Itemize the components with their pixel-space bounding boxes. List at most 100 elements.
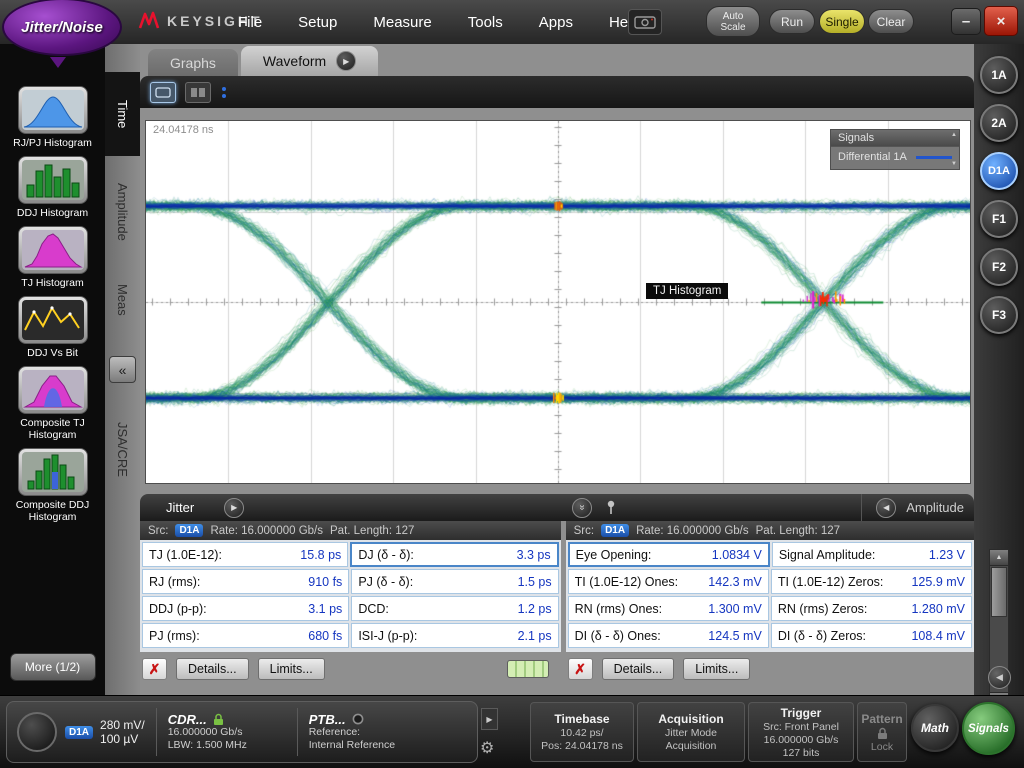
collapse-results-button[interactable]: » <box>572 498 592 518</box>
scrollbar-thumb[interactable] <box>991 567 1007 617</box>
app-badge[interactable]: Jitter/Noise <box>2 0 122 56</box>
menu-setup[interactable]: Setup <box>298 14 337 31</box>
clear-button[interactable]: Clear <box>868 9 914 34</box>
measurement-cell[interactable]: RN (rms) Ones:1.300 mV <box>568 596 769 621</box>
menu-measure[interactable]: Measure <box>373 14 431 31</box>
close-button[interactable]: × <box>984 6 1018 36</box>
jitter-details-button[interactable]: Details... <box>176 658 249 680</box>
timebase-panel[interactable]: Timebase 10.42 ps/ Pos: 24.04178 ns <box>530 702 634 762</box>
channel-knob[interactable] <box>17 712 57 752</box>
measurement-cell[interactable]: TI (1.0E-12) Zeros:125.9 mV <box>771 569 972 594</box>
sidebar-item-composite-tj-histogram[interactable]: Composite TJ Histogram <box>4 366 102 441</box>
amplitude-details-button[interactable]: Details... <box>602 658 675 680</box>
tab-graphs[interactable]: Graphs <box>148 49 238 76</box>
signals-button[interactable]: Signals <box>962 702 1015 755</box>
divider <box>297 708 298 756</box>
tab-menu-icon[interactable]: ▶ <box>336 51 356 71</box>
sidebar-item-composite-ddj-histogram[interactable]: Composite DDJ Histogram <box>4 448 102 523</box>
collapse-results-panel-button[interactable]: ◀ <box>988 666 1011 689</box>
channel-button-bar: 1A 2A D1A F1 F2 F3 ▲ ▼ ◀ <box>974 44 1024 695</box>
pin-icon[interactable] <box>606 500 616 515</box>
measurement-cell[interactable]: Signal Amplitude:1.23 V <box>772 542 972 567</box>
cdr-status-panel[interactable]: CDR... 16.000000 Gb/s LBW: 1.500 MHz <box>168 713 286 752</box>
table-row: PJ (rms):680 fs ISI-J (p-p):2.1 ps <box>142 623 559 648</box>
sidebar-item-ddj-histogram[interactable]: DDJ Histogram <box>4 156 102 219</box>
eye-view-button[interactable] <box>150 82 176 103</box>
measurement-cell-selected[interactable]: Eye Opening:1.0834 V <box>568 542 770 567</box>
measurement-cell[interactable]: PJ (rms):680 fs <box>142 623 349 648</box>
minimize-button[interactable]: – <box>951 8 981 35</box>
split-view-button[interactable] <box>185 82 211 103</box>
auto-scale-button[interactable]: Auto Scale <box>706 6 760 37</box>
menu-apps[interactable]: Apps <box>539 14 573 31</box>
measurement-cell[interactable]: TI (1.0E-12) Ones:142.3 mV <box>568 569 769 594</box>
sidebar-item-rjpj-histogram[interactable]: RJ/PJ Histogram <box>4 86 102 149</box>
eye-diagram-canvas[interactable] <box>146 121 970 483</box>
measurement-cell-selected[interactable]: DJ (δ - δ):3.3 ps <box>350 542 558 567</box>
close-jitter-panel-button[interactable]: ✗ <box>142 658 167 680</box>
collapse-sidebar-button[interactable]: « <box>109 356 136 383</box>
signal-settings-cluster[interactable]: D1A 280 mV/ 100 µV CDR... 16.000000 Gb/s… <box>6 701 478 763</box>
legend-scroll-up-icon[interactable]: ▲ <box>951 132 957 138</box>
legend-line-swatch <box>916 156 952 159</box>
settings-gear-button[interactable]: ⚙ <box>480 738 494 758</box>
scroll-up-button[interactable]: ▲ <box>990 550 1008 566</box>
play-icon: ▶ <box>486 715 492 724</box>
math-button[interactable]: Math <box>911 704 959 752</box>
tj-histogram-label[interactable]: TJ Histogram <box>646 283 728 299</box>
measurement-cell[interactable]: DCD:1.2 ps <box>351 596 558 621</box>
measurement-value: 1.300 mV <box>708 602 762 616</box>
table-row: Eye Opening:1.0834 V Signal Amplitude:1.… <box>568 542 972 567</box>
acquisition-panel[interactable]: Acquisition Jitter Mode Acquisition <box>637 702 745 762</box>
sidebar-item-ddj-vs-bit[interactable]: DDJ Vs Bit <box>4 296 102 359</box>
legend-scroll-down-icon[interactable]: ▼ <box>951 161 957 167</box>
source-badge[interactable]: D1A <box>601 524 629 537</box>
channel-button-d1a[interactable]: D1A <box>980 152 1018 190</box>
channel-button-2a[interactable]: 2A <box>980 104 1018 142</box>
measurement-cell[interactable]: DDJ (p-p):3.1 ps <box>142 596 349 621</box>
screenshot-button[interactable] <box>628 9 662 35</box>
vtab-meas[interactable]: Meas <box>105 270 140 330</box>
sidebar-item-tj-histogram[interactable]: TJ Histogram <box>4 226 102 289</box>
pattern-length-label: Pat. Length: 127 <box>330 525 414 537</box>
signals-legend[interactable]: ▲ Signals Differential 1A ▼ <box>830 129 960 170</box>
legend-entry[interactable]: Differential 1A <box>831 147 959 169</box>
channel-button-f3[interactable]: F3 <box>980 296 1018 334</box>
trigger-panel[interactable]: Trigger Src: Front Panel 16.000000 Gb/s … <box>748 702 854 762</box>
channel-button-1a[interactable]: 1A <box>980 56 1018 94</box>
channel-button-f1[interactable]: F1 <box>980 200 1018 238</box>
measurement-cell[interactable]: RN (rms) Zeros:1.280 mV <box>771 596 972 621</box>
measurement-cell[interactable]: DI (δ - δ) Ones:124.5 mV <box>568 623 769 648</box>
pattern-lock-panel[interactable]: Pattern Lock <box>857 702 907 762</box>
source-badge[interactable]: D1A <box>175 524 203 537</box>
tj-histogram-thumbnail <box>18 226 88 274</box>
expand-cluster-button[interactable]: ▶ <box>481 708 498 730</box>
amplitude-limits-button[interactable]: Limits... <box>683 658 750 680</box>
menu-tools[interactable]: Tools <box>468 14 503 31</box>
close-amplitude-panel-button[interactable]: ✗ <box>568 658 593 680</box>
acquisition-mode-line2: Acquisition <box>666 740 717 752</box>
run-button[interactable]: Run <box>769 9 815 34</box>
channel-scale-info: D1A 280 mV/ 100 µV <box>65 718 145 746</box>
measurement-cell[interactable]: TJ (1.0E-12): 15.8 ps <box>142 542 348 567</box>
scroll-panels-left-button[interactable]: ◀ <box>876 498 896 518</box>
channel-button-f2[interactable]: F2 <box>980 248 1018 286</box>
ptb-status-panel[interactable]: PTB... Reference: Internal Reference <box>309 713 431 752</box>
tab-waveform[interactable]: Waveform ▶ <box>241 46 378 76</box>
vtab-amplitude[interactable]: Amplitude <box>105 162 140 262</box>
more-measurements-button[interactable]: More (1/2) <box>10 653 96 681</box>
vtab-time[interactable]: Time <box>105 72 140 156</box>
measurement-value: 15.8 ps <box>300 548 341 562</box>
vtab-jsa-cre[interactable]: JSA/CRE <box>105 394 140 504</box>
measurement-cell[interactable]: PJ (δ - δ):1.5 ps <box>351 569 558 594</box>
measurement-cell[interactable]: DI (δ - δ) Zeros:108.4 mV <box>771 623 972 648</box>
measurement-cell[interactable]: ISI-J (p-p):2.1 ps <box>351 623 558 648</box>
jitter-results-tab[interactable]: Jitter <box>166 500 194 515</box>
amplitude-results-tab[interactable]: Amplitude <box>906 500 964 515</box>
single-button[interactable]: Single <box>819 9 865 34</box>
jitter-tab-menu-icon[interactable]: ▶ <box>224 498 244 518</box>
jitter-limits-button[interactable]: Limits... <box>258 658 325 680</box>
menu-file[interactable]: File <box>238 14 262 31</box>
measurement-label: TJ (1.0E-12): <box>149 548 222 562</box>
measurement-cell[interactable]: RJ (rms):910 fs <box>142 569 349 594</box>
